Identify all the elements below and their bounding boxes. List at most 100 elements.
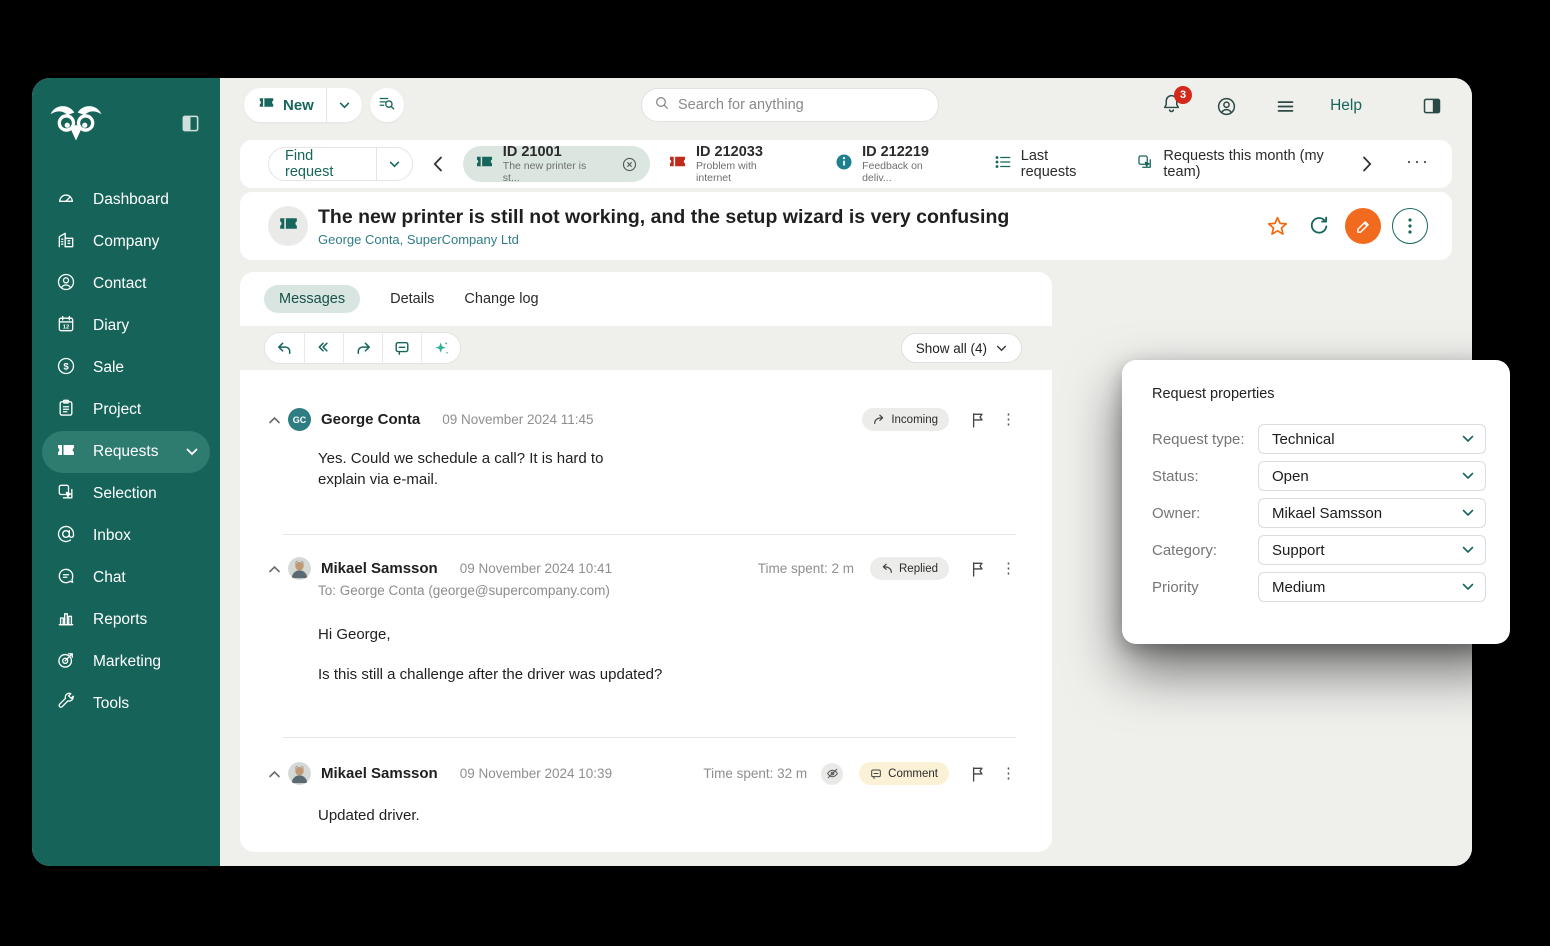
message-text: explain via e-mail.: [318, 469, 1016, 490]
property-row-owner: Owner: Mikael Samsson: [1146, 498, 1486, 528]
sidebar-item-requests[interactable]: Requests: [42, 431, 210, 473]
message-item: Mikael Samsson 09 November 2024 10:41 Ti…: [240, 535, 1052, 737]
edit-button[interactable]: [1345, 208, 1381, 244]
comment-button[interactable]: [382, 333, 421, 363]
collapse-message-button[interactable]: [268, 416, 281, 424]
property-label: Request type:: [1152, 431, 1258, 448]
request-contact-link[interactable]: George Conta, SuperCompany Ltd: [318, 232, 1009, 247]
collapse-message-button[interactable]: [268, 565, 281, 573]
flag-button[interactable]: [971, 766, 985, 782]
tab-request-id: ID 212219: [862, 144, 954, 161]
tab-requests-this-month[interactable]: Requests this month (my team): [1136, 148, 1362, 180]
hidden-visibility-icon: [821, 763, 843, 785]
side-panel-toggle-button[interactable]: [1418, 92, 1446, 120]
tab-request-212219[interactable]: ID 212219 Feedback on deliv...: [825, 146, 964, 182]
new-button[interactable]: New: [244, 88, 362, 122]
priority-select[interactable]: Medium: [1258, 572, 1486, 602]
sidebar-item-label: Marketing: [93, 653, 161, 671]
flag-button[interactable]: [971, 412, 985, 428]
tab-messages[interactable]: Messages: [264, 285, 360, 313]
direction-badge: Replied: [870, 557, 949, 580]
tab-change-log[interactable]: Change log: [464, 291, 538, 307]
ai-assist-button[interactable]: [421, 333, 460, 363]
tab-details[interactable]: Details: [390, 291, 434, 307]
sidebar-item-label: Chat: [93, 569, 126, 587]
chevron-down-icon: [1462, 509, 1474, 517]
sidebar-item-contact[interactable]: Contact: [32, 263, 220, 305]
find-request-dropdown[interactable]: [376, 148, 412, 181]
owner-select[interactable]: Mikael Samsson: [1258, 498, 1486, 528]
tabs-more-button[interactable]: ···: [1406, 151, 1430, 172]
sidebar-collapse-icon[interactable]: [181, 114, 200, 138]
favorite-button[interactable]: [1262, 211, 1293, 242]
message-sender: Mikael Samsson: [321, 560, 438, 577]
forward-button[interactable]: [343, 333, 382, 363]
message-date: 09 November 2024 10:39: [460, 766, 612, 781]
account-button[interactable]: [1212, 92, 1241, 121]
reply-button[interactable]: [265, 333, 304, 363]
new-button-dropdown[interactable]: [326, 88, 362, 122]
category-select[interactable]: Support: [1258, 535, 1486, 565]
sidebar-item-reports[interactable]: Reports: [32, 599, 220, 641]
sidebar-item-marketing[interactable]: Marketing: [32, 641, 220, 683]
request-type-select[interactable]: Technical: [1258, 424, 1486, 454]
sidebar-item-tools[interactable]: Tools: [32, 683, 220, 725]
notifications-button[interactable]: 3: [1161, 93, 1182, 119]
property-row-category: Category: Support: [1146, 535, 1486, 565]
request-title: The new printer is still not working, an…: [318, 206, 1009, 229]
refresh-button[interactable]: [1304, 211, 1334, 241]
message-list: GC George Conta 09 November 2024 11:45 I…: [240, 370, 1052, 852]
sidebar-item-dashboard[interactable]: Dashboard: [32, 179, 220, 221]
show-all-button[interactable]: Show all (4): [901, 333, 1022, 363]
message-menu-button[interactable]: ⋮: [1001, 561, 1016, 576]
message-menu-button[interactable]: ⋮: [1001, 766, 1016, 781]
search-input[interactable]: [678, 97, 926, 113]
bar-chart-icon: [56, 608, 76, 633]
sidebar-item-label: Diary: [93, 317, 129, 335]
tabs-scroll-right-button[interactable]: [1362, 156, 1372, 172]
sidebar-item-label: Dashboard: [93, 191, 169, 209]
tab-request-subtitle: The new printer is st...: [503, 160, 604, 184]
request-type-badge: [268, 206, 308, 246]
tab-request-21001[interactable]: ID 21001 The new printer is st...: [463, 146, 650, 182]
selection-icon: [1136, 153, 1154, 175]
request-list-search-button[interactable]: [370, 88, 404, 122]
property-label: Owner:: [1152, 505, 1258, 522]
status-select[interactable]: Open: [1258, 461, 1486, 491]
help-link[interactable]: Help: [1330, 97, 1362, 115]
message-menu-button[interactable]: ⋮: [1001, 412, 1016, 427]
chevron-down-icon: [1462, 435, 1474, 443]
sidebar-item-sale[interactable]: $ Sale: [32, 347, 220, 389]
flag-button[interactable]: [971, 561, 985, 577]
kebab-icon: [1408, 218, 1412, 234]
close-tab-icon[interactable]: [621, 156, 638, 173]
replied-arrow-icon: [881, 563, 893, 574]
find-request-button[interactable]: Find request: [268, 147, 413, 181]
avatar: [288, 762, 311, 785]
panel-title: Request properties: [1152, 386, 1486, 402]
sidebar-item-selection[interactable]: Selection: [32, 473, 220, 515]
chevron-down-icon: [1462, 583, 1474, 591]
tabs-scroll-left-button[interactable]: [433, 156, 443, 172]
sidebar-item-chat[interactable]: Chat: [32, 557, 220, 599]
sidebar-item-company[interactable]: Company: [32, 221, 220, 263]
message-sender: Mikael Samsson: [321, 765, 438, 782]
tab-last-requests[interactable]: Last requests: [994, 148, 1107, 180]
sidebar-item-diary[interactable]: 12 Diary: [32, 305, 220, 347]
reply-all-button[interactable]: [304, 333, 343, 363]
message-text: Hi George,: [318, 624, 1016, 645]
menu-button[interactable]: [1271, 92, 1300, 121]
show-all-label: Show all (4): [916, 341, 987, 356]
chat-bubble-icon: [56, 566, 76, 591]
svg-text:12: 12: [63, 324, 70, 330]
sparkle-icon: [433, 340, 450, 357]
sidebar-item-inbox[interactable]: Inbox: [32, 515, 220, 557]
more-actions-button[interactable]: [1392, 208, 1428, 244]
collapse-message-button[interactable]: [268, 770, 281, 778]
message-item: Mikael Samsson 09 November 2024 10:39 Ti…: [240, 738, 1052, 826]
sidebar-item-project[interactable]: Project: [32, 389, 220, 431]
at-sign-icon: [56, 524, 76, 549]
message-text: Is this still a challenge after the driv…: [318, 664, 1016, 685]
tab-request-212033[interactable]: ID 212033 Problem with internet: [658, 146, 803, 182]
property-row-request-type: Request type: Technical: [1146, 424, 1486, 454]
